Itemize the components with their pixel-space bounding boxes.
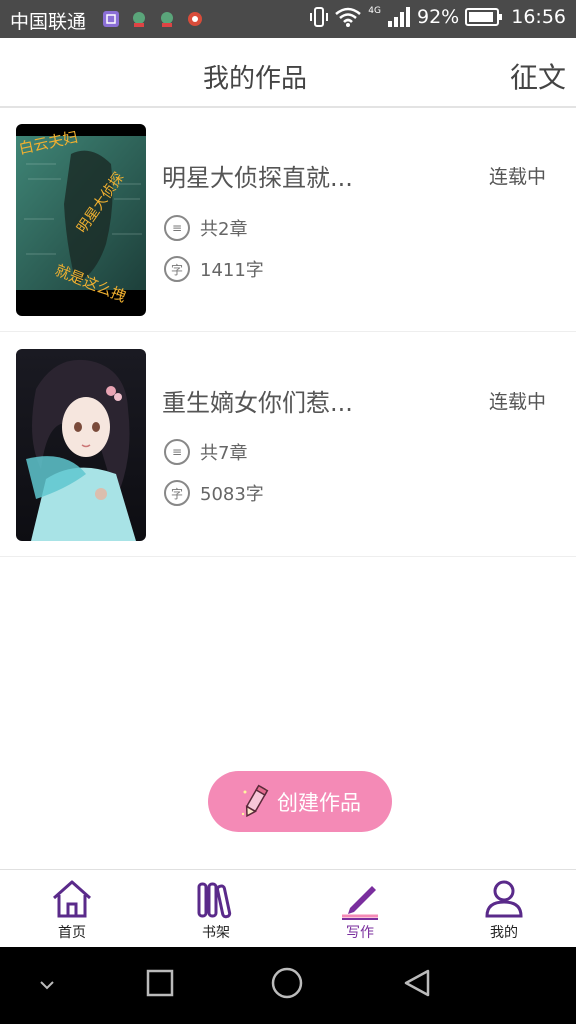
chapter-list-icon: ≡ <box>164 439 190 465</box>
word-count-row: 字 1411字 <box>164 256 264 282</box>
word-count-icon: 字 <box>164 256 190 282</box>
chapter-count: 共2章 <box>200 219 248 240</box>
work-item[interactable]: 白云夫妇 明星大侦探 就是这么拽 明星大侦探直就... 连载中 ≡ 共2章 字 … <box>0 108 576 332</box>
essay-contest-button[interactable]: 征文 <box>510 56 566 96</box>
book-cover-image[interactable]: 白云夫妇 明星大侦探 就是这么拽 <box>16 124 146 316</box>
nav-label: 首页 <box>58 925 86 941</box>
word-count-icon: 字 <box>164 480 190 506</box>
header: 我的作品 征文 <box>0 38 576 108</box>
user-icon <box>485 880 523 918</box>
app-notification-icon <box>161 12 173 27</box>
nav-label: 书架 <box>202 925 230 941</box>
chapter-count-row: ≡ 共7章 <box>164 439 247 465</box>
recent-apps-icon[interactable] <box>146 969 174 997</box>
carrier-label: 中国联通 <box>10 11 87 33</box>
signal-icon <box>388 7 410 27</box>
chevron-down-icon[interactable] <box>38 979 56 991</box>
nav-label: 我的 <box>490 925 518 941</box>
work-item[interactable]: 重生嫡女你们惹... 连载中 ≡ 共7章 字 5083字 <box>0 333 576 557</box>
pencil-icon <box>241 784 269 817</box>
nav-write[interactable]: 写作 <box>288 870 432 947</box>
chapter-list-icon: ≡ <box>164 215 190 241</box>
network-type-label: 4G <box>368 6 381 16</box>
vibrate-icon <box>310 7 329 27</box>
home-icon <box>53 880 91 918</box>
word-count: 1411字 <box>200 260 264 281</box>
battery-percent: 92% <box>417 6 460 28</box>
nav-label: 写作 <box>346 925 374 941</box>
create-work-button[interactable]: 创建作品 <box>208 771 392 832</box>
chapter-count: 共7章 <box>200 443 248 464</box>
home-circle-icon[interactable] <box>271 967 303 999</box>
gallery-notification-icon <box>103 11 119 27</box>
app-notification-icon <box>188 12 202 26</box>
nav-home[interactable]: 首页 <box>0 870 144 947</box>
page-title: 我的作品 <box>202 64 307 94</box>
status-bar: 中国联通 4G 92% 16:56 <box>0 0 576 38</box>
bottom-nav: 首页 书架 写作 我的 <box>0 869 576 947</box>
app-notification-icon <box>133 12 145 27</box>
chapter-count-row: ≡ 共2章 <box>164 215 247 241</box>
clock: 16:56 <box>511 6 566 28</box>
system-nav-bar <box>0 947 576 1024</box>
wifi-icon <box>335 7 362 27</box>
work-title[interactable]: 明星大侦探直就... <box>162 158 353 193</box>
serial-status-label: 连载中 <box>488 166 546 188</box>
create-work-label: 创建作品 <box>277 790 361 815</box>
book-cover-image[interactable] <box>16 349 146 541</box>
back-triangle-icon[interactable] <box>402 968 432 998</box>
work-title[interactable]: 重生嫡女你们惹... <box>162 383 353 418</box>
word-count: 5083字 <box>200 484 264 505</box>
bookshelf-icon <box>197 882 232 919</box>
word-count-row: 字 5083字 <box>164 480 264 506</box>
nav-bookshelf[interactable]: 书架 <box>144 870 288 947</box>
nav-profile[interactable]: 我的 <box>432 870 576 947</box>
battery-icon <box>465 8 503 26</box>
write-icon <box>342 886 378 920</box>
serial-status-label: 连载中 <box>488 391 546 413</box>
